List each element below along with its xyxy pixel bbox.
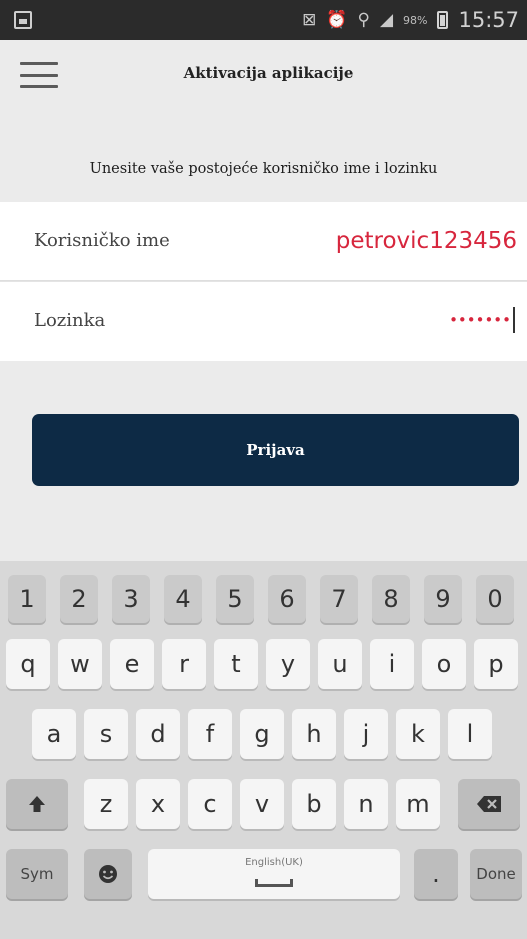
space-key-label: English(UK) xyxy=(245,857,303,868)
key-t[interactable]: t xyxy=(214,639,258,689)
key-i[interactable]: i xyxy=(370,639,414,689)
key-r[interactable]: r xyxy=(162,639,206,689)
key-9[interactable]: 9 xyxy=(424,575,462,623)
key-z[interactable]: z xyxy=(84,779,128,829)
no-sim-icon: ⊠ xyxy=(302,10,317,30)
key-1[interactable]: 1 xyxy=(8,575,46,623)
clock: 15:57 xyxy=(458,8,519,32)
key-d[interactable]: d xyxy=(136,709,180,759)
key-a[interactable]: a xyxy=(32,709,76,759)
key-m[interactable]: m xyxy=(396,779,440,829)
username-input[interactable] xyxy=(257,228,517,254)
period-key[interactable]: . xyxy=(414,849,458,899)
key-p[interactable]: p xyxy=(474,639,518,689)
key-b[interactable]: b xyxy=(292,779,336,829)
key-q[interactable]: q xyxy=(6,639,50,689)
instruction-text: Unesite vaše postojeće korisničko ime i … xyxy=(0,112,527,202)
password-masked-value: ••••••• xyxy=(449,311,511,329)
password-input[interactable]: ••••••• xyxy=(449,306,515,334)
space-bar-icon xyxy=(255,879,293,887)
done-key[interactable]: Done xyxy=(470,849,522,899)
username-label: Korisničko ime xyxy=(34,230,170,251)
key-7[interactable]: 7 xyxy=(320,575,358,623)
signal-icon: ◢ xyxy=(379,10,394,30)
key-8[interactable]: 8 xyxy=(372,575,410,623)
key-k[interactable]: k xyxy=(396,709,440,759)
key-u[interactable]: u xyxy=(318,639,362,689)
password-field-row[interactable]: Lozinka ••••••• xyxy=(0,282,527,361)
key-f[interactable]: f xyxy=(188,709,232,759)
alarm-icon: ⏰ xyxy=(326,10,348,30)
status-bar: ⊠ ⏰ ⚲ ◢ 98% 15:57 xyxy=(0,0,527,40)
text-cursor xyxy=(513,307,515,333)
key-o[interactable]: o xyxy=(422,639,466,689)
key-j[interactable]: j xyxy=(344,709,388,759)
key-y[interactable]: y xyxy=(266,639,310,689)
key-4[interactable]: 4 xyxy=(164,575,202,623)
key-s[interactable]: s xyxy=(84,709,128,759)
key-x[interactable]: x xyxy=(136,779,180,829)
space-key[interactable]: English(UK) xyxy=(148,849,400,899)
key-w[interactable]: w xyxy=(58,639,102,689)
sym-key[interactable]: Sym xyxy=(6,849,68,899)
backspace-icon[interactable] xyxy=(458,779,520,829)
battery-icon xyxy=(437,11,449,29)
key-v[interactable]: v xyxy=(240,779,284,829)
key-h[interactable]: h xyxy=(292,709,336,759)
keyboard-number-row: 1 2 3 4 5 6 7 8 9 0 xyxy=(0,561,527,633)
key-l[interactable]: l xyxy=(448,709,492,759)
key-6[interactable]: 6 xyxy=(268,575,306,623)
username-field-row[interactable]: Korisničko ime xyxy=(0,202,527,281)
keyboard-row-3: z x c v b n m xyxy=(0,765,527,837)
key-n[interactable]: n xyxy=(344,779,388,829)
key-g[interactable]: g xyxy=(240,709,284,759)
wifi-icon: ⚲ xyxy=(357,10,370,30)
soft-keyboard: 1 2 3 4 5 6 7 8 9 0 q w e r t y u i o p … xyxy=(0,561,527,939)
key-2[interactable]: 2 xyxy=(60,575,98,623)
key-0[interactable]: 0 xyxy=(476,575,514,623)
keyboard-row-1: q w e r t y u i o p xyxy=(0,625,527,697)
password-label: Lozinka xyxy=(34,310,106,331)
key-5[interactable]: 5 xyxy=(216,575,254,623)
gallery-icon xyxy=(14,11,32,29)
page-title: Aktivacija aplikacije xyxy=(183,64,354,82)
key-3[interactable]: 3 xyxy=(112,575,150,623)
keyboard-row-4: Sym English(UK) . Done xyxy=(0,835,527,907)
shift-icon[interactable] xyxy=(6,779,68,829)
key-e[interactable]: e xyxy=(110,639,154,689)
key-c[interactable]: c xyxy=(188,779,232,829)
keyboard-row-2: a s d f g h j k l xyxy=(0,695,527,767)
status-icons: ⊠ ⏰ ⚲ ◢ 98% 15:57 xyxy=(302,0,519,40)
login-button[interactable]: Prijava xyxy=(32,414,519,486)
app-bar: Aktivacija aplikacije xyxy=(0,40,527,112)
battery-percent: 98% xyxy=(403,13,428,27)
emoji-icon[interactable] xyxy=(84,849,132,899)
